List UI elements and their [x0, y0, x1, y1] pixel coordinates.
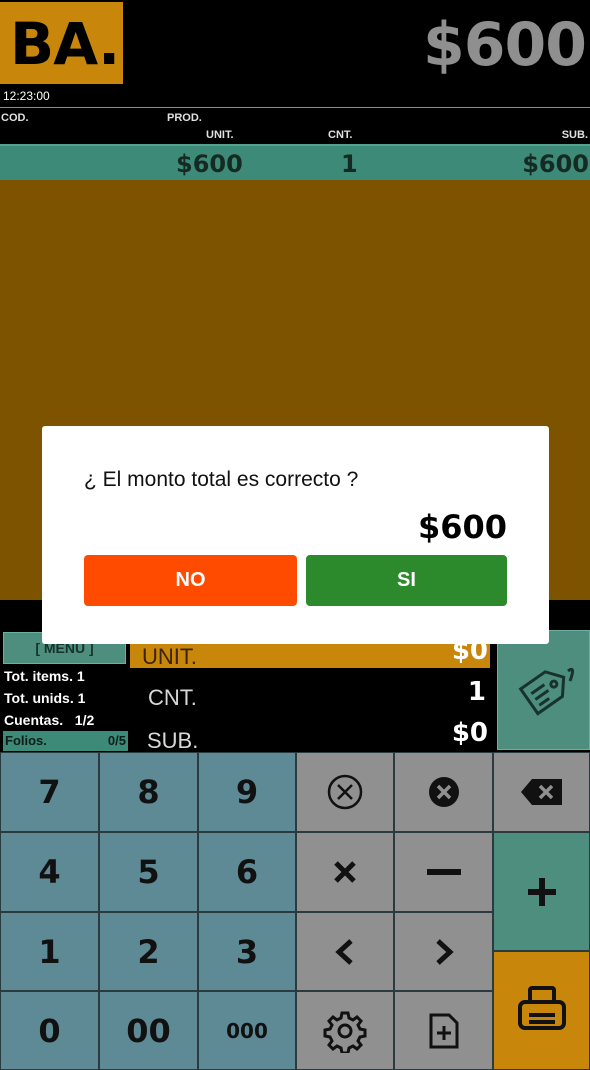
- clear-entry-button[interactable]: [296, 752, 394, 832]
- row-sub: $600: [522, 150, 589, 178]
- key-3[interactable]: 3: [198, 912, 296, 991]
- key-6[interactable]: 6: [198, 832, 296, 912]
- table-row[interactable]: $600 1 $600: [0, 144, 590, 180]
- key-9[interactable]: 9: [198, 752, 296, 832]
- key-1[interactable]: 1: [0, 912, 99, 991]
- column-cod: COD.: [1, 112, 29, 124]
- multiply-button[interactable]: [296, 832, 394, 912]
- dialog-question: ¿ El monto total es correcto ?: [84, 468, 359, 491]
- key-7[interactable]: 7: [0, 752, 99, 832]
- key-00[interactable]: 00: [99, 991, 198, 1070]
- key-000[interactable]: 000: [198, 991, 296, 1070]
- cnt-value: 1: [467, 677, 486, 707]
- print-button[interactable]: [493, 951, 590, 1070]
- settings-button[interactable]: [296, 991, 394, 1070]
- key-8[interactable]: 8: [99, 752, 198, 832]
- clock: 12:23:00: [3, 89, 50, 103]
- folios-badge[interactable]: Folios. 0/5: [3, 731, 128, 751]
- sub-value: $0: [451, 718, 488, 748]
- confirm-dialog: ¿ El monto total es correcto ? $600 NO S…: [42, 426, 549, 644]
- print-icon: [517, 985, 566, 1030]
- column-prod: PROD.: [167, 112, 202, 124]
- yes-button[interactable]: SI: [306, 555, 507, 606]
- column-unit: UNIT.: [206, 129, 234, 141]
- accounts: Cuentas. 1/2: [4, 712, 95, 728]
- add-document-icon: [429, 1013, 458, 1048]
- cnt-label: CNT.: [148, 685, 197, 710]
- row-cnt: 1: [341, 150, 358, 178]
- multiply-icon: [334, 861, 356, 883]
- clear-all-button[interactable]: [394, 752, 493, 832]
- column-cnt: CNT.: [328, 129, 353, 141]
- folios-value: 0/5: [107, 733, 126, 748]
- column-sub: SUB.: [561, 129, 588, 141]
- row-unit: $600: [176, 150, 243, 178]
- clear-circle-icon: [327, 774, 363, 810]
- backspace-button[interactable]: [493, 752, 590, 832]
- minus-button[interactable]: [394, 832, 493, 912]
- plus-icon: [527, 877, 556, 906]
- key-5[interactable]: 5: [99, 832, 198, 912]
- plus-button[interactable]: [493, 832, 590, 951]
- total-items: Tot. items. 1: [4, 668, 85, 684]
- folios-label: Folios.: [5, 733, 47, 748]
- no-button[interactable]: NO: [84, 555, 297, 606]
- grand-total: $600: [423, 10, 587, 80]
- next-button[interactable]: [394, 912, 493, 991]
- dialog-amount: $600: [417, 508, 507, 546]
- minus-icon: [426, 869, 461, 875]
- total-units: Tot. unids. 1: [4, 690, 86, 706]
- price-tag-button[interactable]: [497, 630, 590, 750]
- sub-label: SUB.: [147, 728, 199, 753]
- key-2[interactable]: 2: [99, 912, 198, 991]
- backspace-icon: [520, 779, 562, 805]
- chevron-left-icon: [335, 938, 353, 965]
- key-0[interactable]: 0: [0, 991, 99, 1070]
- chevron-right-icon: [435, 938, 454, 965]
- header-divider: [0, 107, 590, 108]
- new-document-button[interactable]: [394, 991, 493, 1070]
- clear-circle-filled-icon: [428, 777, 459, 807]
- tag-icon: [518, 667, 575, 716]
- previous-button[interactable]: [296, 912, 394, 991]
- app-logo: BA.: [0, 2, 123, 84]
- key-4[interactable]: 4: [0, 832, 99, 912]
- settings-icon: [323, 1011, 367, 1053]
- unit-label: UNIT.: [142, 644, 197, 669]
